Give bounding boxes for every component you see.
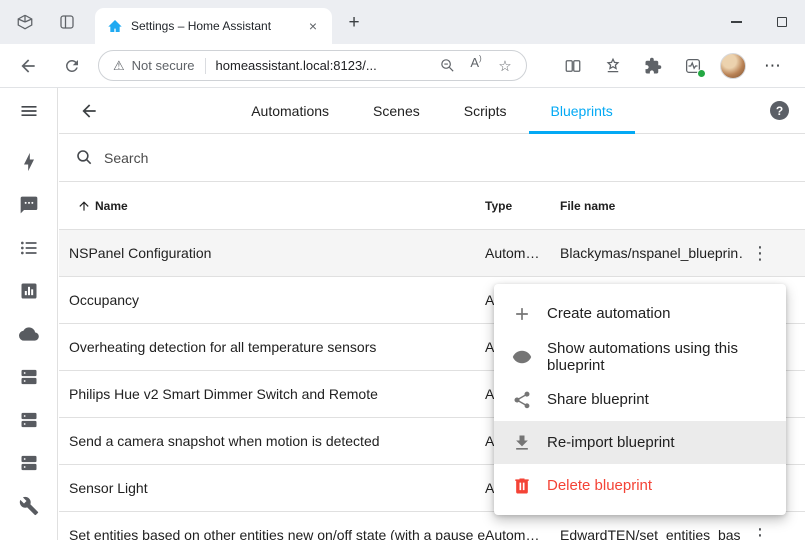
- row-name: Set entities based on other entities new…: [69, 527, 485, 540]
- tab-scripts[interactable]: Scripts: [442, 88, 529, 133]
- row-name: Occupancy: [69, 292, 485, 308]
- plus-icon: [512, 304, 532, 324]
- maximize-icon: [777, 17, 787, 27]
- titlebar: Settings – Home Assistant × + ✕: [0, 0, 805, 44]
- row-file: Blackymas/nspanel_blueprin…: [560, 245, 742, 261]
- row-name: Philips Hue v2 Smart Dimmer Switch and R…: [69, 386, 485, 402]
- profile-avatar[interactable]: [713, 48, 753, 84]
- tab-actions-icon[interactable]: [50, 5, 84, 39]
- ha-header: Automations Scenes Scripts Blueprints ?: [59, 88, 805, 134]
- menu-item-share-blueprint[interactable]: Share blueprint: [494, 378, 786, 421]
- menu-item-label: Share blueprint: [547, 391, 649, 408]
- new-tab-button[interactable]: +: [341, 10, 367, 36]
- row-file: EdwardTEN/set_entities_bas…: [560, 527, 742, 540]
- row-name: Overheating detection for all temperatur…: [69, 339, 485, 355]
- energy-lightning-icon[interactable]: [18, 151, 40, 173]
- share-icon: [512, 390, 532, 410]
- sidebar-icons: [18, 151, 40, 517]
- column-name[interactable]: Name: [95, 199, 485, 213]
- back-button[interactable]: [10, 48, 46, 84]
- search-icon: [75, 148, 94, 167]
- tab-close-icon[interactable]: ×: [304, 17, 322, 35]
- search-input[interactable]: [104, 150, 404, 166]
- list-icon[interactable]: [18, 237, 40, 259]
- trash-icon: [512, 476, 532, 496]
- chart-icon[interactable]: [18, 280, 40, 302]
- server-icon-2[interactable]: [18, 409, 40, 431]
- read-aloud-icon[interactable]: A): [465, 55, 487, 77]
- search-bar: [59, 134, 805, 182]
- browser-window: Settings – Home Assistant × + ✕ ⚠ Not se…: [0, 0, 805, 540]
- column-file[interactable]: File name: [560, 199, 742, 213]
- row-name: Send a camera snapshot when motion is de…: [69, 433, 485, 449]
- address-divider: [205, 58, 206, 74]
- row-type: Autom…: [485, 245, 560, 261]
- row-overflow-menu-icon[interactable]: ⋮: [748, 523, 772, 540]
- row-overflow-menu-icon[interactable]: ⋮: [748, 241, 772, 265]
- menu-item-show-automations[interactable]: Show automations using this blueprint: [494, 335, 786, 378]
- ha-sidebar: [0, 88, 58, 540]
- minimize-button[interactable]: [713, 0, 759, 44]
- sort-asc-icon[interactable]: [77, 199, 95, 213]
- browser-essentials-icon[interactable]: [673, 48, 713, 84]
- essentials-status-badge: [697, 69, 706, 78]
- favorites-icon[interactable]: [593, 48, 633, 84]
- row-type: Autom…: [485, 527, 560, 540]
- minimize-icon: [731, 21, 742, 22]
- maximize-button[interactable]: [759, 0, 805, 44]
- browser-tab[interactable]: Settings – Home Assistant ×: [95, 8, 332, 44]
- zoom-icon[interactable]: [436, 55, 458, 77]
- tab-scenes[interactable]: Scenes: [351, 88, 442, 133]
- server-icon-3[interactable]: [18, 452, 40, 474]
- settings-more-icon[interactable]: ⋯: [753, 48, 793, 84]
- workspaces-icon[interactable]: [8, 5, 42, 39]
- help-icon[interactable]: ?: [770, 101, 789, 120]
- row-name: NSPanel Configuration: [69, 245, 485, 261]
- favorite-star-icon[interactable]: ☆: [494, 55, 516, 77]
- row-name: Sensor Light: [69, 480, 485, 496]
- tab-title: Settings – Home Assistant: [131, 19, 296, 33]
- table-row[interactable]: Set entities based on other entities new…: [59, 512, 805, 540]
- menu-item-delete-blueprint[interactable]: Delete blueprint: [494, 464, 786, 507]
- split-screen-icon[interactable]: [553, 48, 593, 84]
- tab-automations[interactable]: Automations: [229, 88, 351, 133]
- extensions-icon[interactable]: [633, 48, 673, 84]
- home-assistant-favicon: [107, 18, 123, 34]
- server-icon-1[interactable]: [18, 366, 40, 388]
- eye-icon: [512, 347, 532, 367]
- tab-blueprints[interactable]: Blueprints: [529, 88, 635, 133]
- menu-item-create-automation[interactable]: Create automation: [494, 292, 786, 335]
- security-label: Not secure: [132, 58, 195, 73]
- menu-item-label: Re-import blueprint: [547, 434, 675, 451]
- avatar: [720, 53, 746, 79]
- window-controls: ✕: [713, 0, 805, 44]
- table-header: Name Type File name: [59, 182, 805, 230]
- tools-wrench-icon[interactable]: [18, 495, 40, 517]
- sidebar-menu-icon[interactable]: [0, 88, 57, 134]
- ha-tab-bar: Automations Scenes Scripts Blueprints: [59, 88, 805, 133]
- menu-item-label: Create automation: [547, 305, 670, 322]
- browser-navbar: ⚠ Not secure homeassistant.local:8123/..…: [0, 44, 805, 88]
- cloud-icon[interactable]: [18, 323, 40, 345]
- table-row[interactable]: NSPanel Configuration Autom… Blackymas/n…: [59, 230, 805, 277]
- chat-icon[interactable]: [18, 194, 40, 216]
- menu-item-reimport-blueprint[interactable]: Re-import blueprint: [494, 421, 786, 464]
- navbar-right-icons: ⋯: [553, 48, 793, 84]
- context-menu: Create automation Show automations using…: [494, 284, 786, 515]
- column-type[interactable]: Type: [485, 199, 560, 213]
- import-download-icon: [512, 433, 532, 453]
- menu-item-label: Delete blueprint: [547, 477, 652, 494]
- refresh-button[interactable]: [54, 48, 90, 84]
- address-bar[interactable]: ⚠ Not secure homeassistant.local:8123/..…: [98, 50, 527, 81]
- menu-item-label: Show automations using this blueprint: [547, 340, 786, 374]
- url-text[interactable]: homeassistant.local:8123/...: [216, 58, 429, 73]
- not-secure-warning-icon[interactable]: ⚠: [113, 59, 125, 72]
